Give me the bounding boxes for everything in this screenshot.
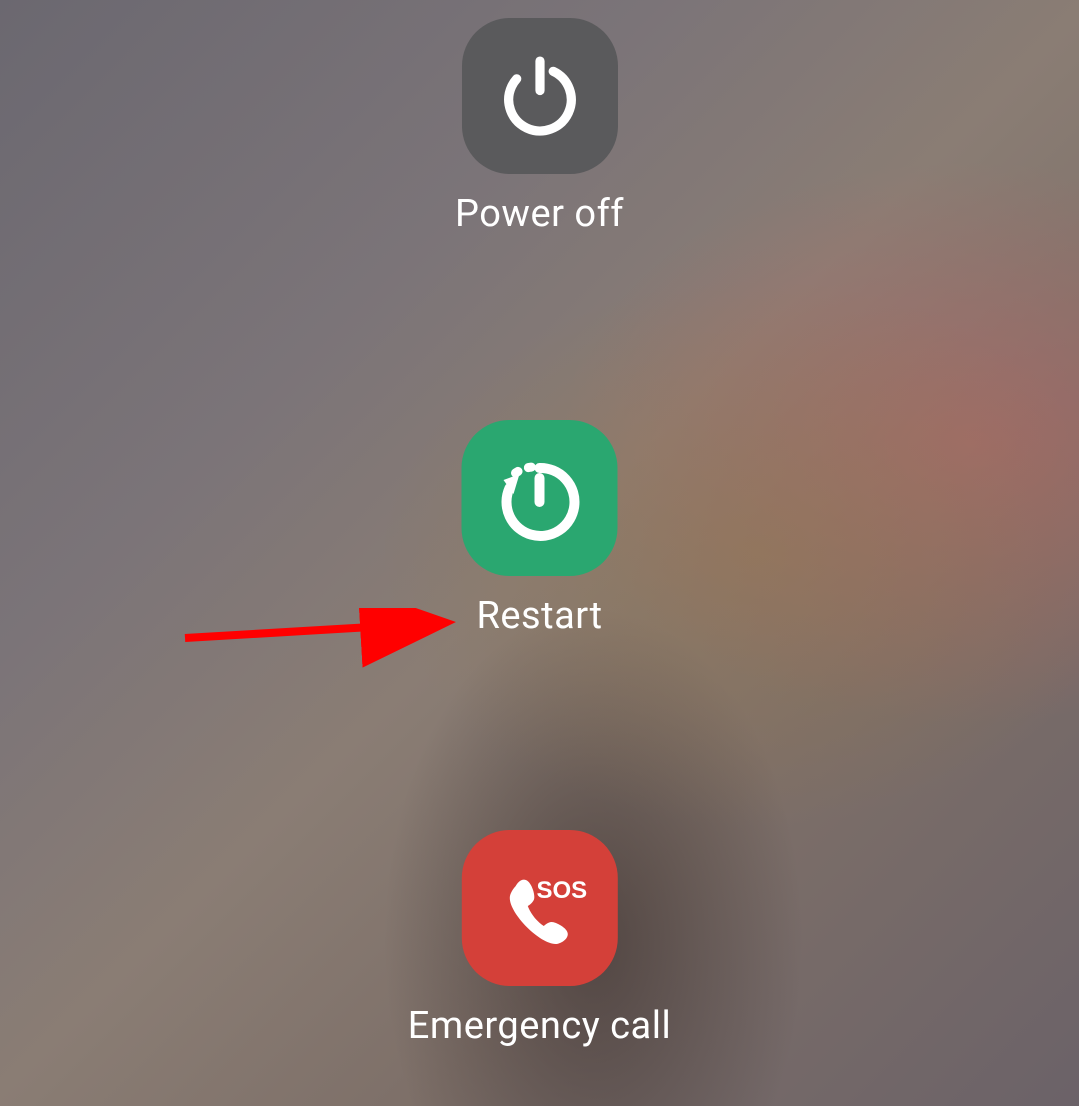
phone-sos-icon: SOS [461, 830, 617, 986]
power-off-button[interactable]: Power off [455, 18, 624, 236]
svg-text:SOS: SOS [536, 877, 587, 904]
restart-icon [462, 420, 618, 576]
annotation-arrow [180, 608, 470, 668]
power-off-label: Power off [455, 192, 624, 236]
restart-button[interactable]: Restart [462, 420, 618, 638]
restart-label: Restart [476, 594, 602, 638]
emergency-call-button[interactable]: SOS Emergency call [408, 830, 671, 1048]
power-icon [461, 18, 617, 174]
emergency-call-label: Emergency call [408, 1004, 671, 1048]
